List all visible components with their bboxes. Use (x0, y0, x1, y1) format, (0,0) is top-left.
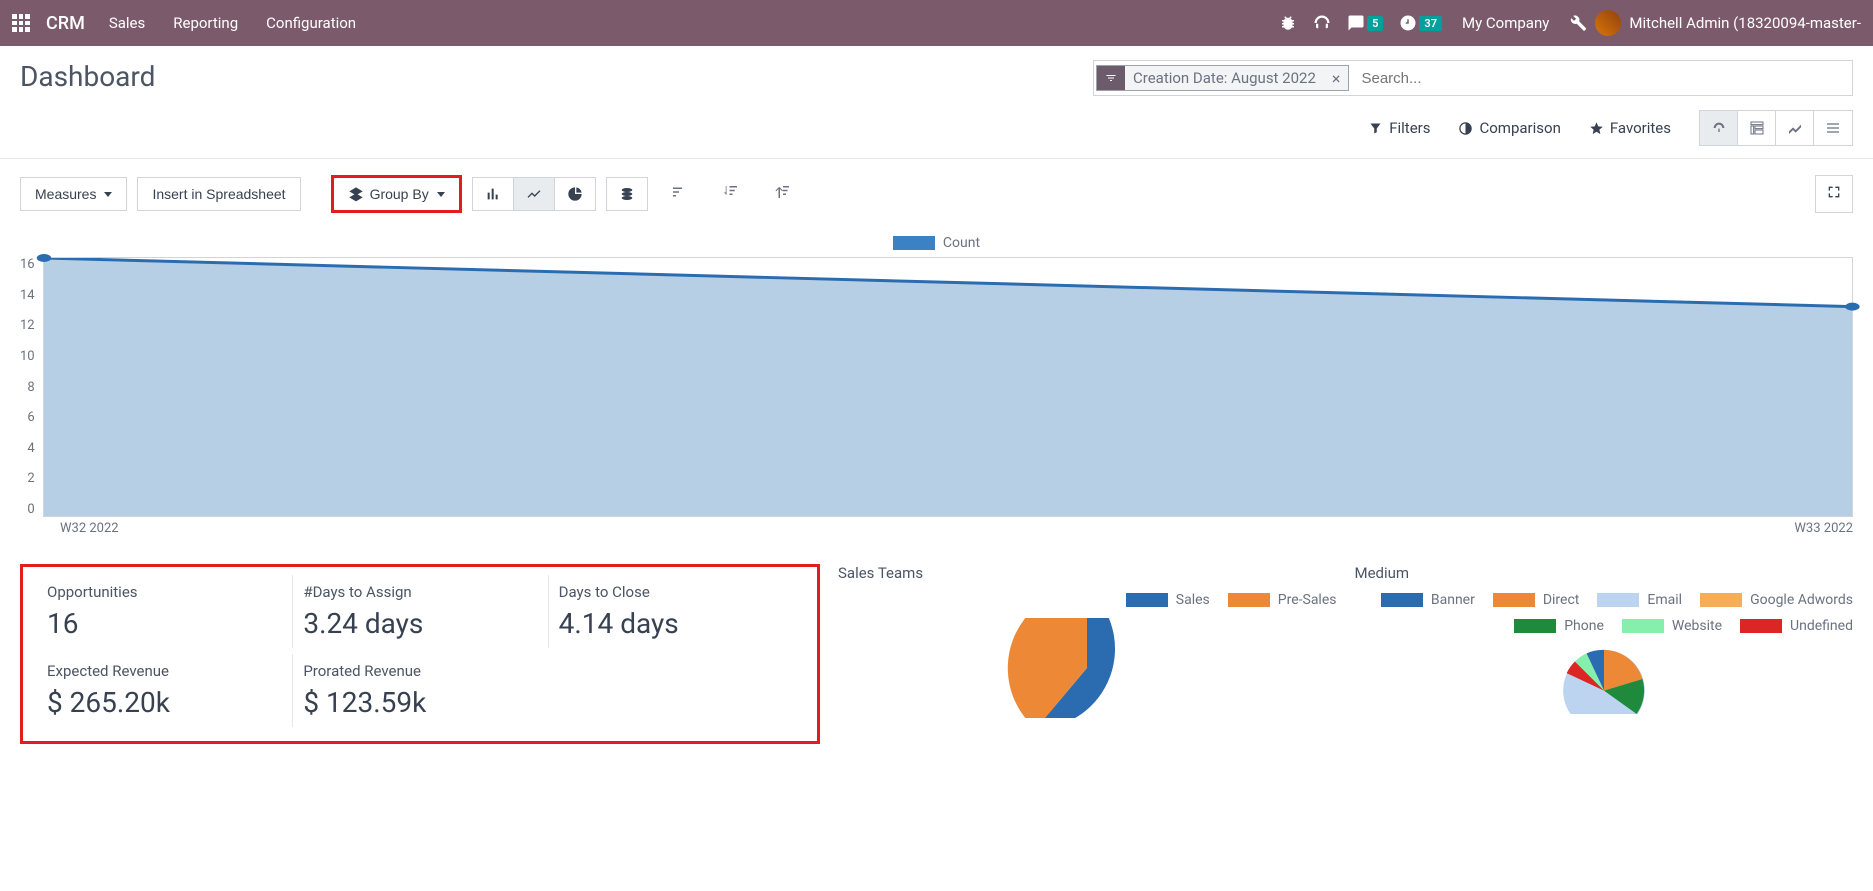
view-graph-icon[interactable] (1776, 111, 1814, 145)
caret-down-icon (104, 192, 112, 197)
sales-teams-pie[interactable] (838, 618, 1337, 718)
brand[interactable]: CRM (46, 13, 85, 34)
company-selector[interactable]: My Company (1462, 14, 1549, 32)
kpi-expected-revenue[interactable]: Expected Revenue $ 265.20k (37, 654, 292, 727)
user-menu[interactable]: Mitchell Admin (18320094-master- (1629, 14, 1861, 32)
phone-icon[interactable] (1313, 14, 1331, 32)
legend-swatch (893, 236, 935, 250)
legend-swatch (1126, 593, 1168, 607)
y-axis: 16 14 12 10 8 6 4 2 0 (20, 257, 43, 517)
chart-plot[interactable] (43, 257, 1853, 517)
comparison-button[interactable]: Comparison (1458, 119, 1560, 137)
view-pivot-icon[interactable] (1738, 111, 1776, 145)
control-bar: Dashboard Creation Date: August 2022 × (0, 46, 1873, 104)
fullscreen-icon[interactable] (1815, 175, 1853, 213)
sort-alt-icon[interactable] (762, 175, 804, 213)
sort-desc-icon[interactable] (710, 175, 752, 213)
chart-legend: Count (20, 229, 1853, 257)
view-list-icon[interactable] (1814, 111, 1852, 145)
search-input[interactable] (1351, 70, 1852, 87)
x-axis: W32 2022 W33 2022 (20, 517, 1853, 536)
favorites-button[interactable]: Favorites (1589, 119, 1671, 137)
tools-icon[interactable] (1569, 14, 1587, 32)
layers-icon (348, 186, 364, 202)
view-switcher (1699, 110, 1853, 146)
sales-teams-legend: Sales Pre-Sales (838, 592, 1337, 608)
bar-chart-icon[interactable] (472, 177, 514, 211)
filters-button[interactable]: Filters (1368, 119, 1430, 137)
apps-icon[interactable] (12, 14, 30, 32)
page-title: Dashboard (20, 60, 155, 93)
main-chart: Count 16 14 12 10 8 6 4 2 0 W32 2022 W33… (0, 229, 1873, 548)
line-chart-icon[interactable] (514, 177, 555, 211)
avatar[interactable] (1595, 10, 1621, 36)
measures-button[interactable]: Measures (20, 177, 127, 211)
chat-icon[interactable]: 5 (1347, 14, 1383, 32)
kpi-days-close[interactable]: Days to Close 4.14 days (548, 575, 803, 648)
bug-icon[interactable] (1279, 14, 1297, 32)
legend-swatch (1228, 593, 1270, 607)
medium-pie[interactable] (1355, 644, 1854, 714)
filter-bar: Filters Comparison Favorites (0, 104, 1873, 159)
chat-badge: 5 (1367, 16, 1383, 31)
facet-close-icon[interactable]: × (1324, 69, 1349, 88)
kpi-days-assign[interactable]: #Days to Assign 3.24 days (292, 575, 547, 648)
view-dashboard-icon[interactable] (1700, 111, 1738, 145)
sort-asc-icon[interactable] (658, 175, 700, 213)
medium-legend: Banner Direct Email Google Adwords Phone… (1355, 592, 1854, 634)
caret-down-icon (437, 192, 445, 197)
toolbar: Measures Insert in Spreadsheet Group By (0, 159, 1873, 229)
nav-sales[interactable]: Sales (109, 14, 145, 32)
groupby-button[interactable]: Group By (331, 175, 462, 213)
kpi-grid: Opportunities 16 #Days to Assign 3.24 da… (20, 564, 820, 744)
facet-label: Creation Date: August 2022 (1125, 69, 1324, 87)
search-facet: Creation Date: August 2022 × (1096, 65, 1349, 91)
clock-badge: 37 (1419, 16, 1442, 31)
nav-configuration[interactable]: Configuration (266, 14, 356, 32)
kpi-row: Opportunities 16 #Days to Assign 3.24 da… (0, 548, 1873, 760)
top-nav: CRM Sales Reporting Configuration 5 37 M… (0, 0, 1873, 46)
chart-type-group (472, 177, 596, 211)
pie-chart-icon[interactable] (555, 177, 596, 211)
kpi-prorated-revenue[interactable]: Prorated Revenue $ 123.59k (292, 654, 547, 727)
filter-icon (1097, 66, 1125, 90)
kpi-opportunities[interactable]: Opportunities 16 (37, 575, 292, 648)
sales-teams-chart: Sales Teams Sales Pre-Sales (838, 564, 1337, 718)
clock-icon[interactable]: 37 (1399, 14, 1442, 32)
stacked-icon[interactable] (606, 177, 648, 211)
insert-spreadsheet-button[interactable]: Insert in Spreadsheet (137, 177, 300, 211)
medium-chart: Medium Banner Direct Email Google Adword… (1355, 564, 1854, 714)
legend-label: Count (943, 235, 980, 251)
nav-reporting[interactable]: Reporting (173, 14, 238, 32)
search-box[interactable]: Creation Date: August 2022 × (1093, 60, 1853, 96)
